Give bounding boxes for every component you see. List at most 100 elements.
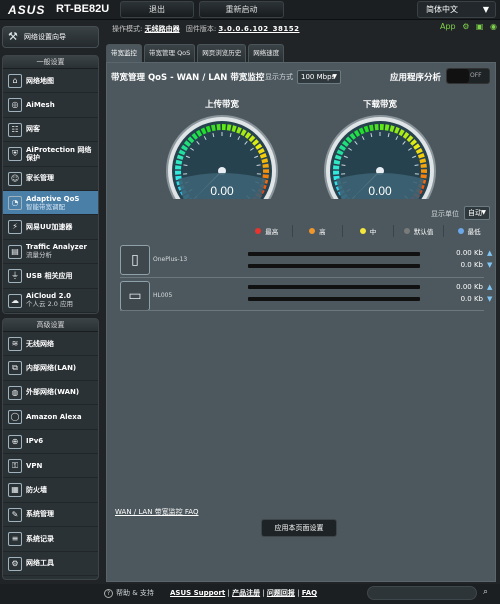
client-name: OnePlus-13 [153,256,188,263]
sidebar-item-text: 网易UU加速器 [26,223,72,231]
separator: | [294,589,302,597]
aiprotection-icon: ⛨ [8,147,22,162]
aimesh-icon: ◎ [8,98,22,113]
network-tools-icon: ⚙ [8,556,22,571]
legend-label: 最低 [467,228,481,236]
logout-button[interactable]: 退出 [120,1,194,18]
gauge-value: 0.00 [210,184,234,198]
search-icon[interactable]: ⌕ [483,587,488,597]
legend-dot-icon [457,228,464,234]
phone-icon[interactable]: ▯ [120,245,150,275]
sidebar-item-wan[interactable]: ◍ 外部网络(WAN) [3,381,98,406]
legend-item: 最高 [242,225,293,237]
app-analysis-toggle[interactable]: OFF [446,68,490,84]
footer-faq-link[interactable]: FAQ [302,589,317,597]
legend-item: 默认值 [394,225,445,237]
display-mode-label: 显示方式 [265,73,293,81]
separator: | [260,589,267,597]
app-link[interactable]: App [440,22,456,31]
sidebar-item-text: USB 相关应用 [26,272,73,280]
sidebar-item-sublabel: 流量分析 [26,251,52,260]
sidebar-item-label: 网络地图 [26,76,54,85]
monitor-icon[interactable]: ▭ [120,281,150,311]
reboot-button[interactable]: 重新启动 [199,1,284,18]
sidebar-item-label: AiProtection 网络保护 [26,145,92,162]
sidebar-item-usb[interactable]: ⏚ USB 相关应用 [3,264,98,289]
sidebar-item-ipv6[interactable]: ⊕ IPv6 [3,430,98,454]
language-select[interactable]: 简体中文 ▼ [417,1,496,18]
sidebar-item-wireless[interactable]: ≋ 无线网络 [3,332,98,357]
sidebar-item-lan[interactable]: ⧉ 内部网络(LAN) [3,356,98,381]
upload-gauge: 0.00 [166,115,278,199]
asus-support-link[interactable]: ASUS Support [170,589,225,597]
aicloud-icon: ☁ [8,293,22,308]
wizard-label: 网络设置向导 [24,33,66,41]
sidebar-item-text: 网络地图 [26,77,54,85]
firmware-label: 固件版本: [185,25,217,33]
download-gauge: 0.00 [324,115,436,199]
display-mode-value: 100 Mbps [301,73,336,81]
display-unit-label: 显示单位 [431,210,459,218]
display-unit-value: 自动 [468,209,482,217]
sidebar-item-label: Amazon Alexa [26,412,82,421]
legend-item: 最低 [444,225,494,237]
product-register-link[interactable]: 产品注册 [232,589,260,597]
usb-status-icon[interactable]: ▣ [476,22,484,31]
chevron-down-icon: ▼ [481,209,486,216]
operation-mode-link[interactable]: 无线路由器 [145,25,180,33]
sidebar-item-label: 系统管理 [26,510,54,519]
tab-speed-test[interactable]: 网络速度 [248,44,285,62]
sidebar-item-label: 网客 [26,125,40,134]
model-name: RT-BE82U [56,3,110,15]
sidebar-item-label: 外部网络(WAN) [26,388,80,397]
sidebar-item-aicloud[interactable]: ☁ AiCloud 2.0 个人云 2.0 应用 [3,289,98,313]
sidebar-item-firewall[interactable]: ▦ 防火墙 [3,478,98,503]
sidebar-item-text: 系统管理 [26,510,54,518]
tab-bar: 带宽监控 带宽管理 QoS 网页浏览历史 网络速度 [106,44,286,62]
legend-dot-icon [255,228,262,234]
advanced-settings-menu: 高级设置 ≋ 无线网络 ⧉ 内部网络(LAN) ◍ 外部网络(WAN) ◯ Amazon Al… [2,318,99,580]
tab-web-history[interactable]: 网页浏览历史 [197,44,247,62]
sidebar-item-traffic-analyzer[interactable]: ▤ Traffic Analyzer 流量分析 [3,240,98,265]
sidebar-item-uu-accelerator[interactable]: ⚡ 网易UU加速器 [3,215,98,240]
sidebar-item-vpn[interactable]: ⚿ VPN [3,454,98,479]
sidebar-item-parental-control[interactable]: ☺ 家长管理 [3,167,98,191]
wizard-icon: ⚒ [8,30,18,43]
tab-qos[interactable]: 带宽管理 QoS [144,44,196,62]
sidebar-item-network-tools[interactable]: ⚙ 网络工具 [3,552,98,576]
sidebar-item-aimesh[interactable]: ◎ AiMesh [3,93,98,118]
sidebar-item-network-map[interactable]: ⌂ 网络地图 [3,69,98,94]
sidebar-item-system-log[interactable]: ≡ 系统记录 [3,527,98,552]
firmware-version-link[interactable]: 3.0.0.6.102_38152 [218,25,299,33]
display-mode-select[interactable]: 100 Mbps ▼ [297,70,341,84]
sidebar-item-text: 网络工具 [26,559,54,567]
sidebar-item-label: AiMesh [26,101,55,110]
sidebar-item-label: 内部网络(LAN) [26,364,77,373]
sidebar-item-label: 网易UU加速器 [26,223,73,232]
apply-button[interactable]: 应用本页面设置 [261,519,337,537]
uu-accelerator-icon: ⚡ [8,220,22,235]
legend-label: 最高 [265,228,279,236]
sidebar-item-text: AiProtection 网络保护 [26,146,98,162]
sidebar-item-label: 系统记录 [26,534,54,543]
sidebar-item-alexa[interactable]: ◯ Amazon Alexa [3,405,98,430]
sidebar-item-text: 无线网络 [26,340,54,348]
network-status-icon[interactable]: ◉ [490,22,497,31]
sidebar-item-text: VPN [26,462,42,470]
upload-bar [248,285,420,289]
tab-bandwidth-monitor[interactable]: 带宽监控 [106,44,142,62]
ipv6-icon: ⊕ [8,434,22,449]
sidebar-item-guest-network[interactable]: ☷ 网客 [3,118,98,143]
faq-link[interactable]: WAN / LAN 带宽监控 FAQ [115,507,198,517]
feedback-link[interactable]: 问题回报 [267,589,295,597]
sidebar-item-qos[interactable]: ◔ Adaptive QoS 智能带宽调配 [3,190,98,216]
search-input[interactable] [367,586,477,600]
help-support[interactable]: ? 帮助 & 支持 [104,588,154,598]
display-unit-select[interactable]: 自动 ▼ [464,206,490,220]
download-bar [248,264,420,268]
sidebar-item-administration[interactable]: ✎ 系统管理 [3,503,98,528]
sidebar-item-aiprotection[interactable]: ⛨ AiProtection 网络保护 [3,142,98,167]
network-setup-wizard[interactable]: ⚒ 网络设置向导 [2,26,99,48]
gear-icon[interactable]: ⚙ [462,22,469,31]
upload-arrow-icon: ▲ [487,283,493,291]
